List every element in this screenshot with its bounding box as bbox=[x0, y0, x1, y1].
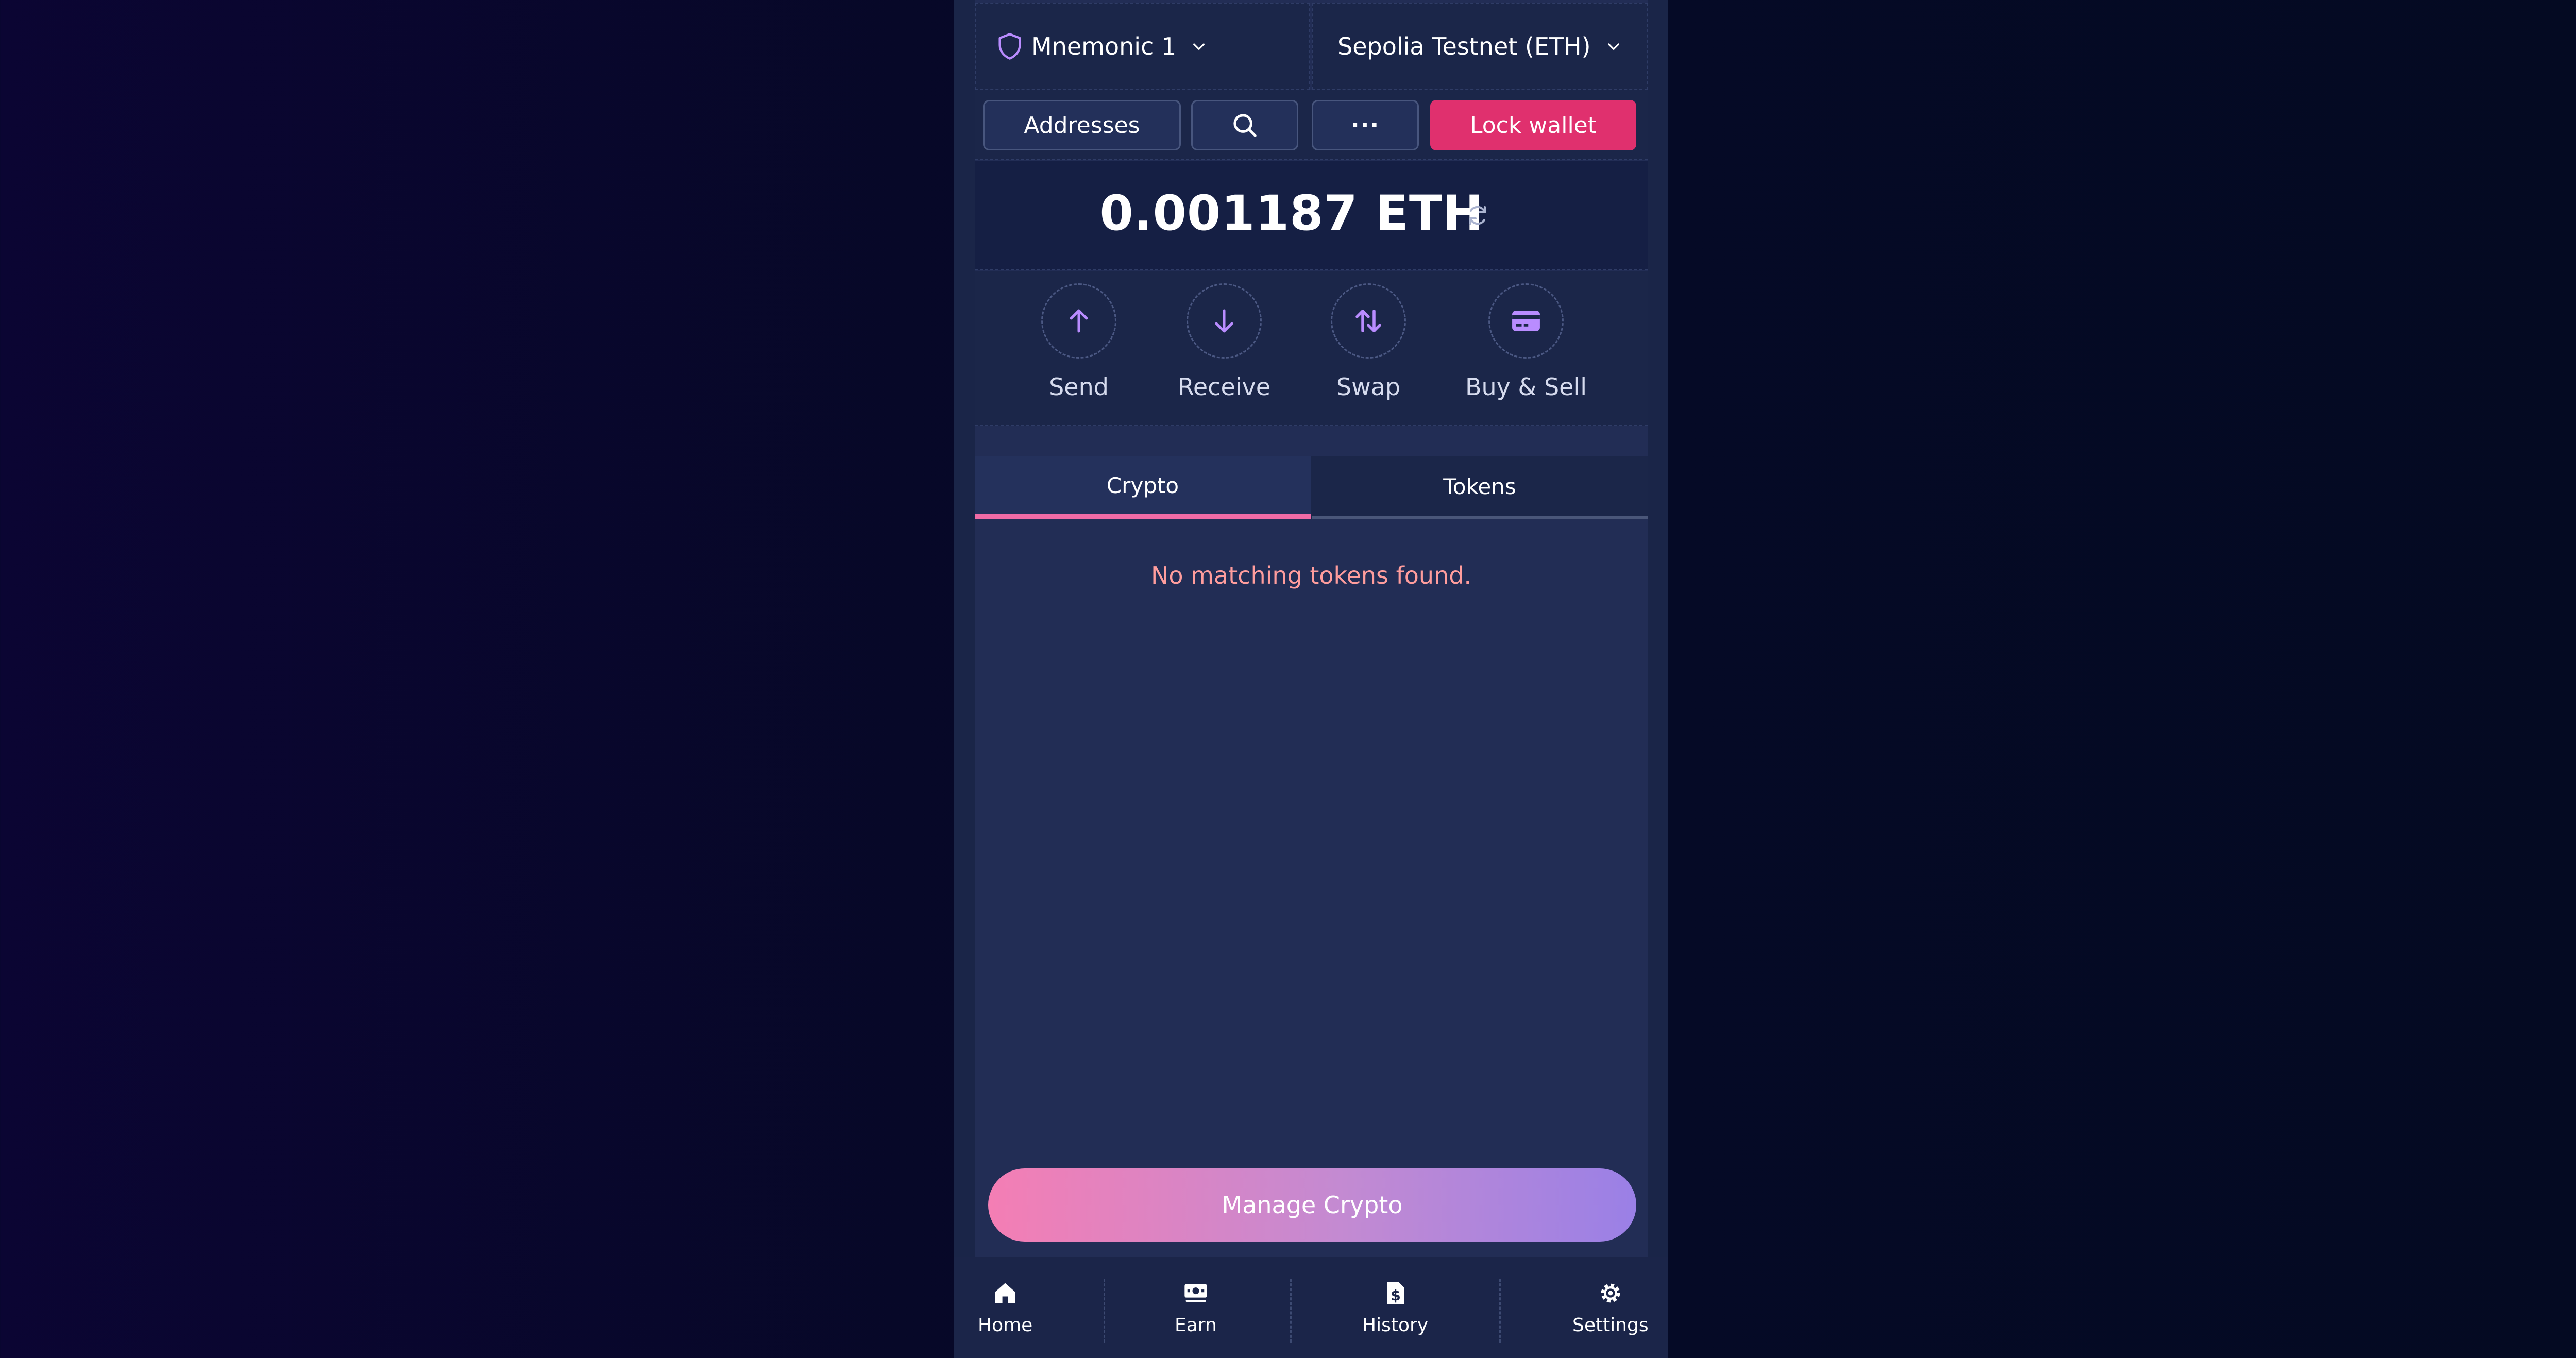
nav-home-label: Home bbox=[978, 1315, 1033, 1336]
bottom-nav: Home Earn $ History Settings bbox=[954, 1257, 1668, 1358]
search-button[interactable] bbox=[1191, 100, 1298, 150]
nav-history[interactable]: $ History bbox=[1362, 1280, 1428, 1336]
settings-icon bbox=[1601, 1283, 1620, 1303]
send-button[interactable] bbox=[1041, 283, 1116, 359]
more-options-button[interactable]: ··· bbox=[1312, 100, 1419, 150]
chevron-down-icon bbox=[1607, 43, 1619, 50]
nav-history-label: History bbox=[1362, 1315, 1429, 1336]
receive-label: Receive bbox=[1177, 373, 1271, 401]
history-icon: $ bbox=[1387, 1282, 1404, 1304]
chevron-down-icon bbox=[1193, 43, 1205, 50]
addresses-button[interactable]: Addresses bbox=[983, 100, 1181, 150]
receive-action[interactable]: Receive bbox=[1157, 283, 1291, 401]
swap-button[interactable] bbox=[1331, 283, 1406, 359]
home-icon bbox=[995, 1283, 1015, 1303]
arrow-down-icon bbox=[1215, 309, 1233, 333]
network-selector[interactable]: Sepolia Testnet (ETH) bbox=[1312, 3, 1648, 90]
shield-icon bbox=[998, 33, 1021, 60]
nav-divider bbox=[1104, 1279, 1105, 1343]
tab-tokens[interactable]: Tokens bbox=[1312, 456, 1648, 519]
asset-tabs: Crypto Tokens bbox=[975, 456, 1648, 519]
account-label: Mnemonic 1 bbox=[1031, 32, 1177, 60]
send-label: Send bbox=[1049, 373, 1109, 401]
nav-home[interactable]: Home bbox=[978, 1280, 1032, 1336]
wallet-toolbar: Addresses ··· Lock wallet bbox=[975, 90, 1648, 160]
manage-crypto-button[interactable]: Manage Crypto bbox=[988, 1168, 1636, 1242]
nav-settings[interactable]: Settings bbox=[1572, 1280, 1649, 1336]
arrow-up-icon bbox=[1070, 309, 1088, 333]
balance-value: 0.001187 ETH bbox=[1099, 185, 1484, 242]
swap-icon bbox=[1355, 310, 1381, 332]
search-icon bbox=[1233, 114, 1257, 137]
nav-settings-label: Settings bbox=[1572, 1315, 1649, 1336]
buy-sell-label: Buy & Sell bbox=[1465, 373, 1587, 401]
earn-icon bbox=[1184, 1284, 1207, 1302]
swap-label: Swap bbox=[1336, 373, 1401, 401]
balance-card: 0.001187 ETH bbox=[975, 161, 1648, 270]
network-label: Sepolia Testnet (ETH) bbox=[1337, 32, 1591, 60]
nav-divider bbox=[1499, 1279, 1501, 1343]
send-action[interactable]: Send bbox=[1012, 283, 1146, 401]
empty-state-message: No matching tokens found. bbox=[1150, 562, 1472, 589]
svg-text:$: $ bbox=[1391, 1287, 1401, 1304]
receive-button[interactable] bbox=[1187, 283, 1262, 359]
action-bar: Send Receive Swap Buy & Sell bbox=[975, 271, 1648, 426]
account-selector[interactable]: Mnemonic 1 bbox=[975, 3, 1310, 90]
buy-sell-button[interactable] bbox=[1488, 283, 1564, 359]
more-label: ··· bbox=[1350, 112, 1380, 139]
tab-crypto[interactable]: Crypto bbox=[975, 456, 1311, 519]
swap-action[interactable]: Swap bbox=[1301, 283, 1435, 401]
lock-wallet-button[interactable]: Lock wallet bbox=[1430, 100, 1636, 150]
nav-earn-label: Earn bbox=[1175, 1315, 1217, 1336]
refresh-icon[interactable] bbox=[1465, 203, 1490, 228]
card-icon bbox=[1512, 311, 1540, 331]
buy-sell-action[interactable]: Buy & Sell bbox=[1459, 283, 1593, 401]
wallet-app: Mnemonic 1 Sepolia Testnet (ETH) Address… bbox=[954, 0, 1668, 1358]
nav-earn[interactable]: Earn bbox=[1175, 1280, 1217, 1336]
nav-divider bbox=[1290, 1279, 1292, 1343]
